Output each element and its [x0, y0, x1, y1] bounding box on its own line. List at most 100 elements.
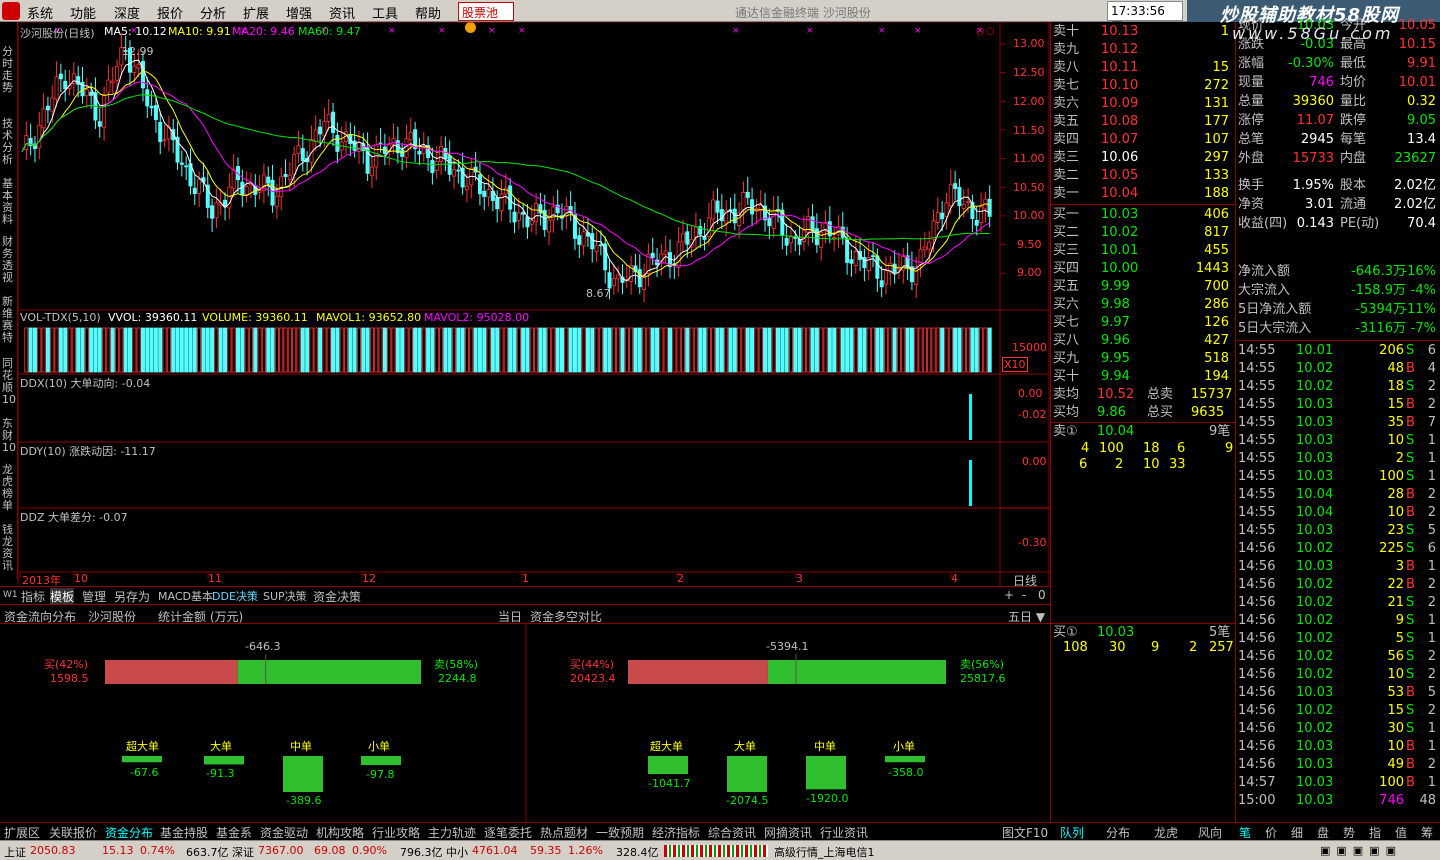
btab-inst[interactable]: 机构攻略	[316, 824, 364, 841]
btab-f10[interactable]: 图文F10	[1002, 824, 1048, 841]
fund-compare-period[interactable]: 五日 ▼	[1008, 608, 1045, 625]
zoom-in-button[interactable]: +	[1004, 588, 1014, 602]
bid-row[interactable]: 买一 10.03 406	[1051, 206, 1235, 224]
bid-row[interactable]: 买四 10.00 1443	[1051, 260, 1235, 278]
sz-label[interactable]: 深证	[232, 844, 254, 860]
tick-row[interactable]: 14:56 10.03 53 B 5	[1236, 684, 1440, 702]
qtab-book[interactable]: 盘	[1317, 824, 1329, 841]
qtab-chips[interactable]: 筹	[1421, 824, 1433, 841]
qtab-trend[interactable]: 势	[1343, 824, 1355, 841]
nav-dragon-tiger[interactable]: 龙虎榜单	[2, 464, 16, 512]
tab-template[interactable]: 模板	[50, 588, 75, 605]
btab-ind-news[interactable]: 行业资讯	[820, 824, 868, 841]
btab-fund-family[interactable]: 基金系	[216, 824, 252, 841]
tick-row[interactable]: 14:55 10.03 2 S 1	[1236, 450, 1440, 468]
ask-row[interactable]: 卖四 10.07 107	[1051, 131, 1235, 149]
tick-row[interactable]: 14:56 10.03 10 B 1	[1236, 738, 1440, 756]
nav-intraday[interactable]: 分时走势	[2, 46, 16, 94]
obtab-queue[interactable]: 队列	[1060, 824, 1084, 841]
bid-row[interactable]: 买二 10.02 817	[1051, 224, 1235, 242]
tick-row[interactable]: 14:56 10.03 49 B 2	[1236, 756, 1440, 774]
zoom-reset-button[interactable]: 0	[1038, 588, 1046, 602]
tick-row[interactable]: 14:56 10.03 3 B 1	[1236, 558, 1440, 576]
ask-row[interactable]: 卖八 10.11 15	[1051, 59, 1235, 77]
nav-technical[interactable]: 技术分析	[2, 118, 16, 166]
stock-pool-button[interactable]: 股票池	[458, 2, 514, 33]
tick-row[interactable]: 14:55 10.03 23 S 5	[1236, 522, 1440, 540]
btab-web-news[interactable]: 网摘资讯	[764, 824, 812, 841]
tick-row[interactable]: 14:56 10.02 56 S 2	[1236, 648, 1440, 666]
tick-row[interactable]: 14:56 10.02 5 S 1	[1236, 630, 1440, 648]
zoom-out-button[interactable]: -	[1022, 588, 1026, 602]
obtab-wind[interactable]: 风向	[1198, 824, 1222, 841]
ask-row[interactable]: 卖二 10.05 133	[1051, 167, 1235, 185]
tab-indicator[interactable]: 指标	[21, 588, 45, 605]
ask-row[interactable]: 卖九 10.12	[1051, 41, 1235, 59]
zx-label[interactable]: 中小	[446, 844, 468, 860]
menu-depth[interactable]: 深度	[114, 3, 140, 22]
menu-help[interactable]: 帮助	[415, 3, 441, 22]
ask-row[interactable]: 卖六 10.09 131	[1051, 95, 1235, 113]
qtab-value[interactable]: 值	[1395, 824, 1407, 841]
menu-analysis[interactable]: 分析	[200, 3, 226, 22]
nav-xinwei[interactable]: 新维赛特	[2, 296, 16, 344]
bid-row[interactable]: 买八 9.96 427	[1051, 332, 1235, 350]
tick-row[interactable]: 14:55 10.03 15 B 2	[1236, 396, 1440, 414]
ask-row[interactable]: 卖一 10.04 188	[1051, 185, 1235, 203]
obtab-dragon[interactable]: 龙虎	[1154, 824, 1178, 841]
btab-consensus[interactable]: 一致预期	[596, 824, 644, 841]
tick-row[interactable]: 14:56 10.02 225 S 6	[1236, 540, 1440, 558]
nav-ths10[interactable]: 同花顺10	[2, 358, 16, 406]
tab-manage[interactable]: 管理	[82, 588, 106, 605]
menu-enhance[interactable]: 增强	[286, 3, 312, 22]
tick-row[interactable]: 14:55 10.01 206 S 6	[1236, 342, 1440, 360]
ask-row[interactable]: 卖五 10.08 177	[1051, 113, 1235, 131]
tick-row[interactable]: 14:55 10.03 100 S 1	[1236, 468, 1440, 486]
sh-label[interactable]: 上证	[4, 844, 26, 860]
menu-extend[interactable]: 扩展	[243, 3, 269, 22]
btab-fund-hold[interactable]: 基金持股	[160, 824, 208, 841]
tick-row[interactable]: 14:55 10.03 35 B 7	[1236, 414, 1440, 432]
bid-row[interactable]: 买五 9.99 700	[1051, 278, 1235, 296]
btab-order[interactable]: 逐笔委托	[484, 824, 532, 841]
tab-macd[interactable]: MACD基本	[158, 588, 213, 604]
tab-sup[interactable]: SUP决策	[263, 588, 307, 604]
tick-row[interactable]: 14:56 10.02 9 S 1	[1236, 612, 1440, 630]
ask-row[interactable]: 卖七 10.10 272	[1051, 77, 1235, 95]
qtab-tick[interactable]: 笔	[1239, 824, 1251, 841]
menu-tools[interactable]: 工具	[372, 3, 398, 22]
tick-row[interactable]: 14:55 10.02 48 B 4	[1236, 360, 1440, 378]
tick-row[interactable]: 14:56 10.02 22 B 2	[1236, 576, 1440, 594]
tick-row[interactable]: 14:56 10.02 15 S 2	[1236, 702, 1440, 720]
tick-row[interactable]: 14:55 10.03 10 S 1	[1236, 432, 1440, 450]
nav-finance[interactable]: 财务透视	[2, 236, 16, 284]
bid-row[interactable]: 买十 9.94 194	[1051, 368, 1235, 386]
bid-row[interactable]: 买七 9.97 126	[1051, 314, 1235, 332]
btab-ext[interactable]: 扩展区	[4, 824, 40, 841]
btab-fund-dist[interactable]: 资金分布	[105, 824, 153, 841]
tab-dde[interactable]: DDE决策	[212, 588, 258, 604]
bid-row[interactable]: 买六 9.98 286	[1051, 296, 1235, 314]
tick-row[interactable]: 14:55 10.04 10 B 2	[1236, 504, 1440, 522]
btab-economy[interactable]: 经济指标	[652, 824, 700, 841]
btab-news[interactable]: 综合资讯	[708, 824, 756, 841]
bid-row[interactable]: 买九 9.95 518	[1051, 350, 1235, 368]
menu-system[interactable]: 系统	[27, 3, 53, 22]
tick-row[interactable]: 14:55 10.02 18 S 2	[1236, 378, 1440, 396]
qtab-detail[interactable]: 细	[1291, 824, 1303, 841]
bid-row[interactable]: 买三 10.01 455	[1051, 242, 1235, 260]
tab-save-as[interactable]: 另存为	[114, 588, 150, 605]
fund-flow-period[interactable]: 当日	[498, 608, 522, 625]
qtab-price[interactable]: 价	[1265, 824, 1277, 841]
kline-chart-area[interactable]: × × × × × × × × × × × × × ○ ○ 沙河股份(日线) MA5: 10.12 MA10…	[18, 22, 1050, 594]
tab-fund-decision[interactable]: 资金决策	[313, 588, 361, 605]
obtab-dist[interactable]: 分布	[1106, 824, 1130, 841]
tick-row[interactable]: 14:56 10.02 10 S 2	[1236, 666, 1440, 684]
tick-row[interactable]: 14:57 10.03 100 B 1	[1236, 774, 1440, 792]
btab-topic[interactable]: 热点题材	[540, 824, 588, 841]
tick-row[interactable]: 14:56 10.02 21 S 2	[1236, 594, 1440, 612]
tick-row[interactable]: 14:56 10.02 30 S 1	[1236, 720, 1440, 738]
ask-row[interactable]: 卖十 10.13 1	[1051, 23, 1235, 41]
nav-dc10[interactable]: 东财10	[2, 418, 16, 454]
menu-news[interactable]: 资讯	[329, 3, 355, 22]
